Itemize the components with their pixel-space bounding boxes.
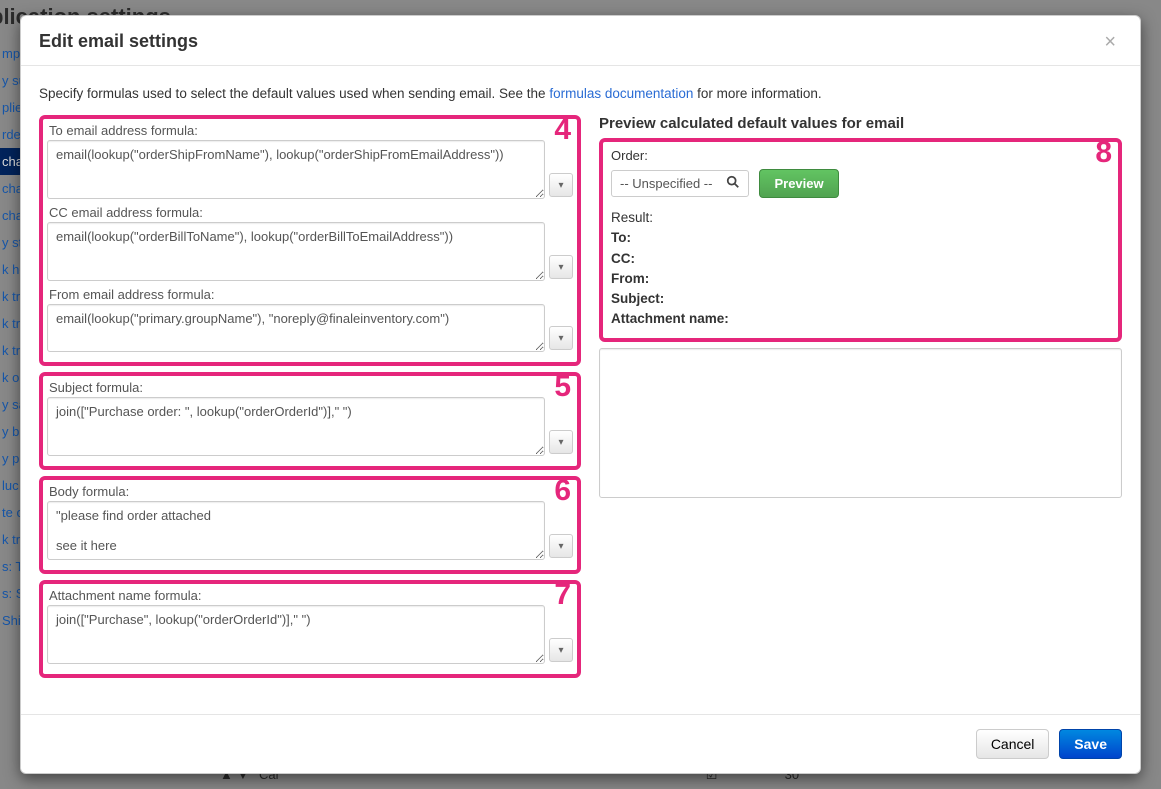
- field-group: To email address formula: ▾: [47, 123, 573, 199]
- field-group: From email address formula: ▾: [47, 287, 573, 352]
- modal-title: Edit email settings: [39, 31, 198, 52]
- save-button[interactable]: Save: [1059, 729, 1122, 759]
- preview-heading: Preview calculated default values for em…: [599, 115, 1122, 132]
- annotation-number: 4: [554, 115, 571, 145]
- body-preview-area[interactable]: [599, 348, 1122, 498]
- result-block: Result: To:CC:From:Subject:Attachment na…: [611, 208, 1110, 330]
- formula-input[interactable]: [47, 397, 545, 456]
- result-row: To:: [611, 228, 1110, 248]
- formula-dropdown-icon[interactable]: ▾: [549, 430, 573, 454]
- modal-footer: Cancel Save: [21, 714, 1140, 773]
- formula-group: 4To email address formula:▾CC email addr…: [39, 115, 581, 366]
- annotation-number: 7: [554, 580, 571, 610]
- intro-pre: Specify formulas used to select the defa…: [39, 86, 549, 101]
- result-label: Result:: [611, 208, 1110, 228]
- modal-body: Specify formulas used to select the defa…: [21, 66, 1140, 714]
- formula-input[interactable]: [47, 304, 545, 352]
- field-group: Subject formula: ▾: [47, 380, 573, 456]
- formula-dropdown-icon[interactable]: ▾: [549, 638, 573, 662]
- formula-dropdown-icon[interactable]: ▾: [549, 534, 573, 558]
- formula-input[interactable]: [47, 222, 545, 281]
- formula-group: 7Attachment name formula: ▾: [39, 580, 581, 678]
- formulas-documentation-link[interactable]: formulas documentation: [549, 86, 693, 101]
- preview-button[interactable]: Preview: [759, 169, 838, 198]
- modal-header: Edit email settings ×: [21, 16, 1140, 66]
- formula-input[interactable]: [47, 605, 545, 664]
- result-row: Attachment name:: [611, 309, 1110, 329]
- order-label: Order:: [611, 148, 1110, 163]
- order-picker[interactable]: -- Unspecified --: [611, 170, 749, 197]
- formula-column: 4To email address formula:▾CC email addr…: [39, 115, 581, 684]
- close-icon[interactable]: ×: [1098, 31, 1122, 53]
- field-label: To email address formula:: [47, 123, 573, 138]
- result-row: CC:: [611, 249, 1110, 269]
- formula-dropdown-icon[interactable]: ▾: [549, 173, 573, 197]
- search-icon[interactable]: [726, 175, 740, 192]
- intro-text: Specify formulas used to select the defa…: [39, 86, 1122, 101]
- result-row: From:: [611, 269, 1110, 289]
- field-label: CC email address formula:: [47, 205, 573, 220]
- preview-column: Preview calculated default values for em…: [599, 115, 1122, 684]
- annotation-number: 6: [554, 476, 571, 506]
- formula-group: 6Body formula: ▾: [39, 476, 581, 574]
- order-picker-value: -- Unspecified --: [620, 176, 712, 191]
- formula-dropdown-icon[interactable]: ▾: [549, 255, 573, 279]
- field-group: Body formula: ▾: [47, 484, 573, 560]
- formula-group: 5Subject formula: ▾: [39, 372, 581, 470]
- intro-post: for more information.: [693, 86, 821, 101]
- field-group: Attachment name formula: ▾: [47, 588, 573, 664]
- formula-dropdown-icon[interactable]: ▾: [549, 326, 573, 350]
- field-label: From email address formula:: [47, 287, 573, 302]
- annotation-number: 5: [554, 372, 571, 402]
- edit-email-settings-modal: Edit email settings × Specify formulas u…: [20, 15, 1141, 774]
- field-label: Attachment name formula:: [47, 588, 573, 603]
- formula-input[interactable]: [47, 140, 545, 199]
- field-label: Body formula:: [47, 484, 573, 499]
- preview-panel: 8 Order: -- Unspecified -- Preview Resul…: [599, 138, 1122, 342]
- annotation-number: 8: [1095, 138, 1112, 168]
- cancel-button[interactable]: Cancel: [976, 729, 1050, 759]
- result-row: Subject:: [611, 289, 1110, 309]
- field-group: CC email address formula: ▾: [47, 205, 573, 281]
- formula-input[interactable]: [47, 501, 545, 560]
- field-label: Subject formula:: [47, 380, 573, 395]
